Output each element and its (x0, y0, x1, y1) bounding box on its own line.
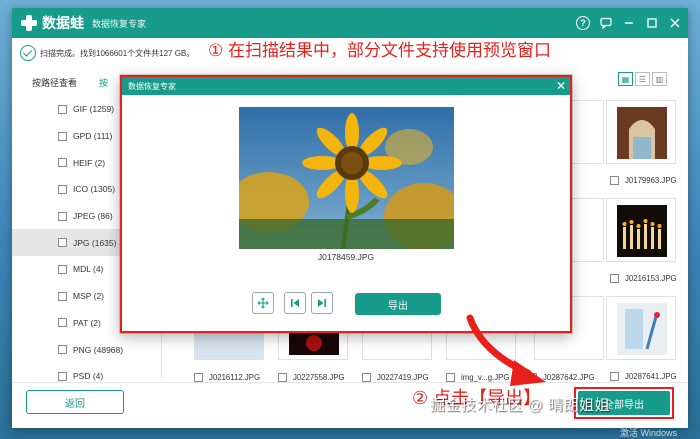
file-type-label: HEIF (2) (73, 157, 106, 168)
file-type-checkbox[interactable] (58, 318, 67, 328)
list-view-icon[interactable]: ☰ (635, 72, 650, 86)
logo-cross-icon (20, 14, 38, 32)
file-type-label: GPD (111) (73, 131, 113, 142)
thumbnail-caption: J0216153.JPG (610, 274, 677, 283)
chat-icon[interactable] (599, 16, 613, 30)
thumbnail-checkbox[interactable] (194, 373, 203, 382)
file-type-label: PAT (2) (73, 317, 101, 328)
preview-title-bar: 数据恢复专家 ✕ (122, 77, 570, 95)
file-type-checkbox[interactable] (58, 184, 67, 194)
file-type-checkbox[interactable] (58, 131, 67, 141)
thumbnail[interactable] (606, 198, 676, 262)
watermark: 掘金技术社区 @ 晴朗姐姐 (430, 397, 611, 414)
candles-photo (617, 205, 667, 257)
window-controls: ? (576, 16, 682, 30)
thumbnail-caption: J0227558.JPG (278, 373, 345, 382)
file-type-checkbox[interactable] (58, 211, 67, 221)
next-icon[interactable] (311, 292, 333, 314)
thumbnail-checkbox[interactable] (528, 373, 537, 382)
back-button[interactable]: 返回 (26, 390, 124, 414)
thumbnail-caption: J0216112.JPG (194, 373, 260, 382)
thumbnail-caption: J0287642.JPG (528, 373, 595, 382)
previous-icon[interactable] (284, 292, 306, 314)
scan-complete-check-icon (20, 45, 36, 61)
tab-by-type[interactable]: 按 (77, 72, 108, 92)
help-icon[interactable]: ? (576, 16, 590, 30)
file-type-checkbox[interactable] (58, 238, 67, 248)
detail-view-icon[interactable]: ▥ (652, 72, 667, 86)
thumbnail-checkbox[interactable] (610, 274, 619, 283)
file-type-label: JPEG (86) (73, 211, 113, 222)
file-type-checkbox[interactable] (58, 158, 67, 168)
app-logo: 数据蛙 (20, 13, 84, 33)
thumbnail-caption: J0179963.JPG (610, 176, 677, 185)
thumbnail-caption: img_v...g.JPG (446, 373, 509, 382)
arch-photo (617, 107, 667, 159)
thumbnail-caption: J0227419.JPG (362, 373, 429, 382)
file-type-label: GIF (1259) (73, 104, 115, 115)
thumbnail[interactable] (606, 296, 676, 360)
lab-photo (617, 303, 667, 355)
thumbnail-checkbox[interactable] (278, 373, 287, 382)
preview-image (239, 107, 454, 249)
file-type-label: MSP (2) (73, 291, 105, 302)
preview-controls (252, 292, 333, 314)
file-type-label: ICO (1305) (73, 184, 116, 195)
file-type-label: PNG (48968) (73, 344, 124, 355)
file-type-checkbox[interactable] (58, 371, 67, 381)
annotation-step-1: ① 在扫描结果中，部分文件支持使用预览窗口 (208, 41, 551, 60)
thumbnail-checkbox[interactable] (446, 373, 455, 382)
view-mode-toggle: ▦ ☰ ▥ (618, 72, 667, 86)
brand-name: 数据蛙 (42, 15, 84, 31)
tab-by-path[interactable]: 按路径查看 (12, 72, 77, 92)
file-type-checkbox[interactable] (58, 264, 67, 274)
thumbnail[interactable] (606, 100, 676, 164)
grid-view-icon[interactable]: ▦ (618, 72, 633, 86)
preview-export-button[interactable]: 导出 (355, 293, 441, 315)
thumbnail-checkbox[interactable] (610, 372, 619, 381)
windows-activation-notice: 激活 Windows (620, 428, 678, 438)
file-type-item[interactable]: PNG (48968) (12, 336, 161, 363)
minimize-icon[interactable] (622, 16, 636, 30)
title-bar: 数据蛙 数据恢复专家 ? (12, 8, 688, 38)
preview-dialog: 数据恢复专家 ✕ J0178459.JPG 导出 (120, 75, 572, 333)
file-type-label: MDL (4) (73, 264, 104, 275)
thumbnail-caption: J0287641.JPG (610, 372, 677, 381)
app-subtitle: 数据恢复专家 (92, 18, 147, 29)
maximize-icon[interactable] (645, 16, 659, 30)
file-type-label: JPG (1635) (73, 237, 117, 248)
sunflower-photo (239, 107, 454, 249)
file-type-checkbox[interactable] (58, 104, 67, 114)
thumbnail-checkbox[interactable] (362, 373, 371, 382)
preview-filename: J0178459.JPG (317, 252, 375, 262)
close-icon[interactable]: ✕ (552, 77, 570, 95)
file-type-checkbox[interactable] (58, 345, 67, 355)
file-type-checkbox[interactable] (58, 291, 67, 301)
thumbnail-checkbox[interactable] (610, 176, 619, 185)
file-type-label: PSD (4) (73, 371, 104, 382)
fit-screen-icon[interactable] (252, 292, 274, 314)
close-window-icon[interactable] (668, 16, 682, 30)
preview-title: 数据恢复专家 (128, 81, 176, 91)
scan-status-text: 扫描完成。找到1066601个文件共127 GB。 (40, 48, 195, 58)
